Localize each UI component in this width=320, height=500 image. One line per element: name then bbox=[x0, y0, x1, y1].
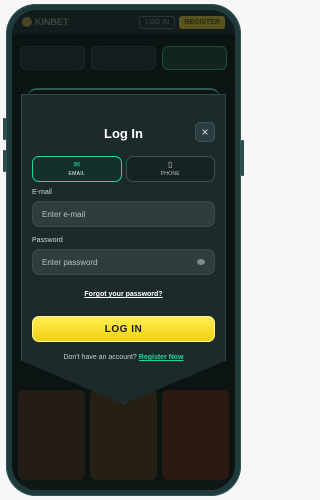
volume-button bbox=[3, 150, 6, 172]
envelope-icon: ✉ bbox=[73, 160, 81, 169]
background-login-button: LOG IN bbox=[139, 15, 176, 29]
forgot-password-link[interactable]: Forgot your password? bbox=[21, 291, 226, 298]
phone-icon: ▯ bbox=[168, 160, 173, 169]
tab-phone[interactable]: ▯ PHONE bbox=[125, 156, 215, 182]
background-nav bbox=[20, 44, 227, 72]
register-link[interactable]: Register Now bbox=[139, 354, 184, 361]
background-header: KINBET LOG IN REGISTER bbox=[12, 10, 235, 34]
game-tile bbox=[18, 390, 85, 480]
password-field[interactable] bbox=[42, 257, 197, 267]
logo-icon bbox=[22, 17, 32, 27]
email-field-wrapper bbox=[32, 201, 215, 227]
background-nav-item bbox=[20, 46, 85, 70]
close-icon: × bbox=[201, 125, 209, 139]
email-label: E-mail bbox=[32, 189, 52, 196]
login-modal-content: Log In × ✉ EMAIL ▯ PHONE E-mail Password… bbox=[21, 94, 226, 394]
tab-email-label: EMAIL bbox=[68, 171, 85, 177]
power-button bbox=[241, 140, 244, 176]
password-label: Password bbox=[32, 237, 63, 244]
eye-icon[interactable] bbox=[197, 259, 205, 265]
background-logo: KINBET bbox=[22, 17, 69, 27]
email-field[interactable] bbox=[42, 209, 205, 219]
background-footer bbox=[12, 480, 235, 490]
game-tile bbox=[162, 390, 229, 480]
background-logo-text: KINBET bbox=[35, 17, 69, 27]
background-register-button: REGISTER bbox=[179, 15, 225, 29]
tab-phone-label: PHONE bbox=[160, 171, 180, 177]
password-field-wrapper bbox=[32, 249, 215, 275]
login-method-tabs: ✉ EMAIL ▯ PHONE bbox=[32, 156, 215, 182]
background-nav-item bbox=[162, 46, 227, 70]
background-nav-item bbox=[91, 46, 156, 70]
register-prompt: Don't have an account? Register Now bbox=[21, 354, 226, 361]
register-prompt-text: Don't have an account? bbox=[63, 354, 137, 361]
volume-button bbox=[3, 118, 6, 140]
close-button[interactable]: × bbox=[195, 122, 215, 142]
tab-email[interactable]: ✉ EMAIL bbox=[32, 156, 122, 182]
login-button[interactable]: LOG IN bbox=[32, 316, 215, 342]
